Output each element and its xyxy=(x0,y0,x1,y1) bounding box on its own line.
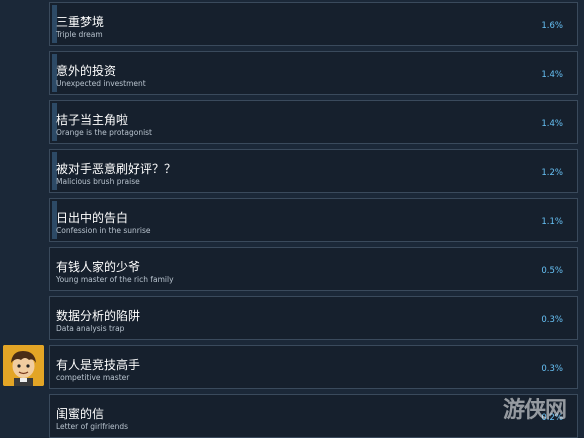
achievement-subtitle: Letter of girlfriends xyxy=(56,422,129,431)
achievement-percent: 1.1% xyxy=(541,217,563,227)
achievement-percent: 0.3% xyxy=(541,315,563,325)
achievement-subtitle: Data analysis trap xyxy=(56,324,125,333)
achievement-title: 闺蜜的信 xyxy=(56,407,105,421)
achievement-title: 被对手恶意刷好评？？ xyxy=(56,162,177,176)
achievement-row[interactable]: 桔子当主角啦 Orange is the protagonist 1.4% xyxy=(49,100,578,144)
achievement-subtitle: Young master of the rich family xyxy=(56,275,174,284)
achievement-row[interactable]: 闺蜜的信 Letter of girlfriends 0.2% xyxy=(49,394,578,438)
achievement-percent: 0.5% xyxy=(541,266,563,276)
achievement-percent: 1.6% xyxy=(541,21,563,31)
achievement-title: 日出中的告白 xyxy=(56,211,129,225)
achievement-row[interactable]: 有人是竞技高手 competitive master 0.3% xyxy=(49,345,578,389)
achievement-title: 有钱人家的少爷 xyxy=(56,260,141,274)
achievement-row[interactable]: 有钱人家的少爷 Young master of the rich family … xyxy=(49,247,578,291)
achievement-row[interactable]: 意外的投资 Unexpected investment 1.4% xyxy=(49,51,578,95)
achievement-title: 数据分析的陷阱 xyxy=(56,309,141,323)
cartoon-boy-avatar-icon xyxy=(3,345,44,386)
achievement-row[interactable]: 数据分析的陷阱 Data analysis trap 0.3% xyxy=(49,296,578,340)
achievement-row[interactable]: 三重梦境 Triple dream 1.6% xyxy=(49,2,578,46)
achievement-title: 有人是竞技高手 xyxy=(56,358,141,372)
achievement-subtitle: competitive master xyxy=(56,373,130,382)
achievement-row[interactable]: 被对手恶意刷好评？？ Malicious brush praise 1.2% xyxy=(49,149,578,193)
achievement-percent: 1.4% xyxy=(541,70,563,80)
achievement-subtitle: Confession in the sunrise xyxy=(56,226,151,235)
achievement-title: 桔子当主角啦 xyxy=(56,113,129,127)
achievement-percent: 1.4% xyxy=(541,119,563,129)
achievement-subtitle: Triple dream xyxy=(56,30,103,39)
achievement-title: 意外的投资 xyxy=(56,64,117,78)
achievement-subtitle: Unexpected investment xyxy=(56,79,146,88)
achievement-title: 三重梦境 xyxy=(56,15,105,29)
achievement-percent: 0.3% xyxy=(541,364,563,374)
watermark: 游侠网 xyxy=(503,398,567,423)
avatar xyxy=(3,345,44,386)
achievement-row[interactable]: 日出中的告白 Confession in the sunrise 1.1% xyxy=(49,198,578,242)
achievement-percent: 1.2% xyxy=(541,168,563,178)
achievement-subtitle: Malicious brush praise xyxy=(56,177,140,186)
achievement-subtitle: Orange is the protagonist xyxy=(56,128,153,137)
